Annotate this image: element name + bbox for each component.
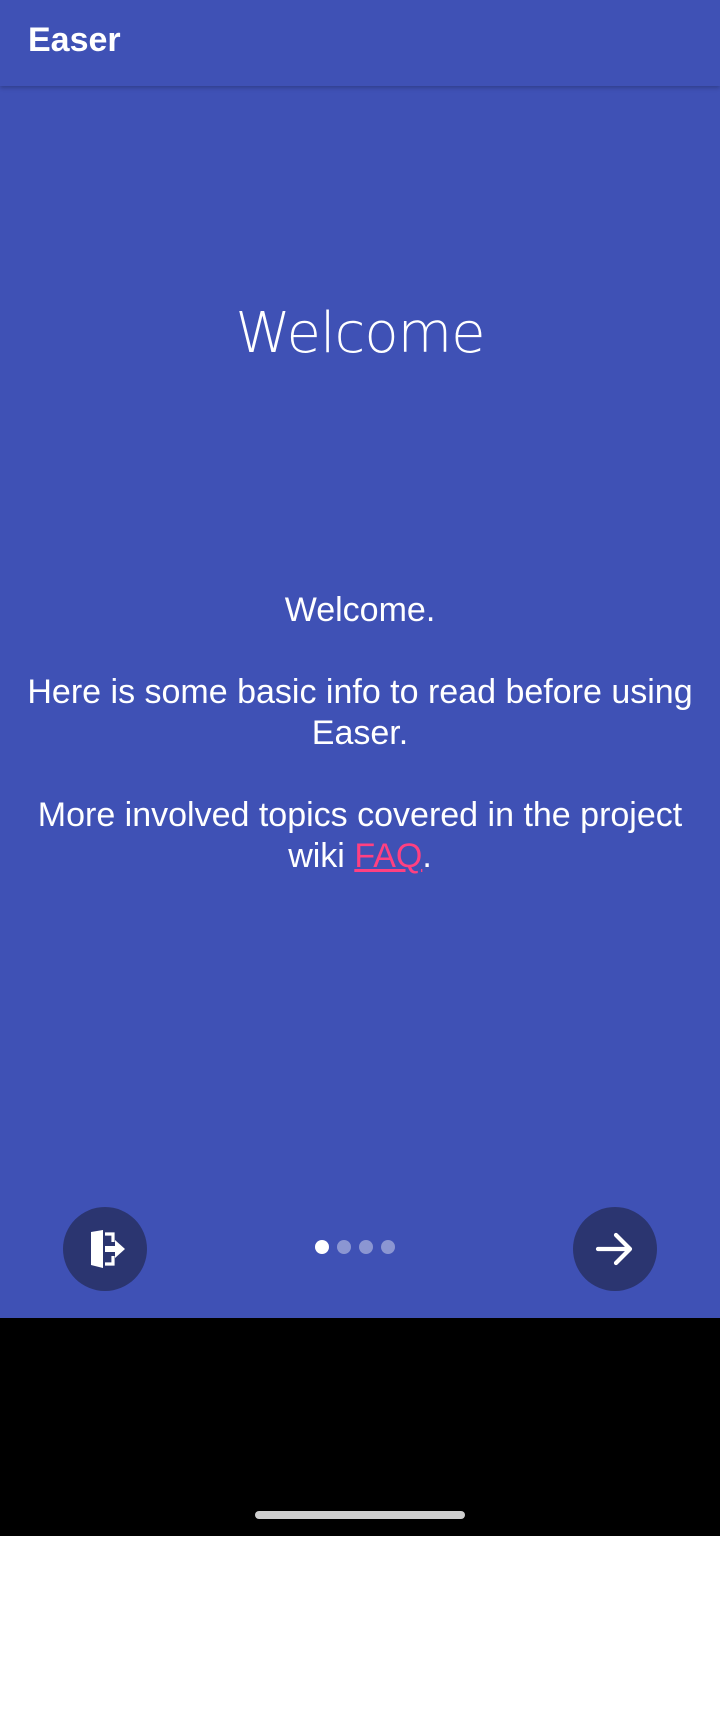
page-dot	[337, 1240, 351, 1254]
intro-slide-description: Welcome. Here is some basic info to read…	[10, 590, 710, 918]
page-dot-active	[315, 1240, 329, 1254]
intro-paragraph: More involved topics covered in the proj…	[10, 795, 710, 877]
system-navigation-bar	[0, 1318, 720, 1536]
intro-paragraph: Welcome.	[284, 591, 436, 629]
page-dot	[359, 1240, 373, 1254]
intro-paragraph: Here is some basic info to read before u…	[27, 673, 693, 752]
arrow-right-icon	[595, 1232, 633, 1266]
faq-link[interactable]: FAQ	[354, 837, 422, 875]
app-title: Easer	[28, 21, 121, 59]
home-gesture-handle[interactable]	[255, 1511, 465, 1519]
exit-door-icon	[91, 1230, 125, 1268]
app-screen: Easer Welcome Welcome. Here is some basi…	[0, 0, 720, 1318]
page-dot	[381, 1240, 395, 1254]
intro-paragraph-end: .	[422, 837, 432, 875]
skip-button[interactable]	[63, 1207, 147, 1291]
page-indicator	[315, 1240, 395, 1256]
next-button[interactable]	[573, 1207, 657, 1291]
intro-slide-title: Welcome	[235, 301, 485, 366]
app-toolbar: Easer	[0, 0, 720, 86]
